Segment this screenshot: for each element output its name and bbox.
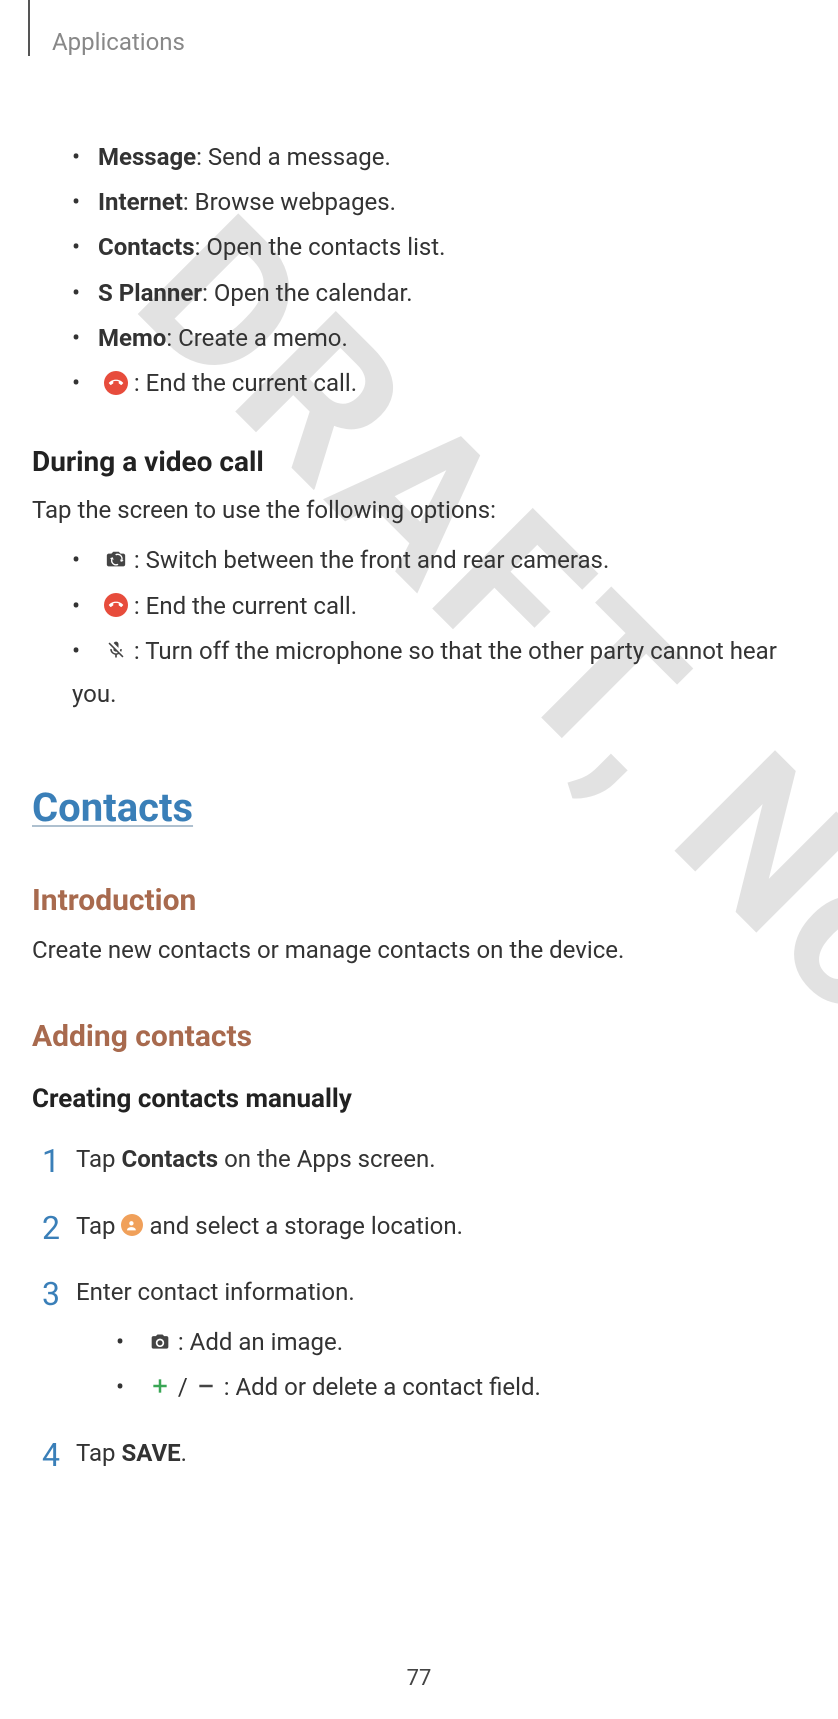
step-item: 4 Tap SAVE. xyxy=(42,1434,810,1472)
item-desc: : Send a message. xyxy=(196,143,391,171)
item-label: Message xyxy=(98,143,196,171)
sub-desc: / xyxy=(172,1373,194,1401)
item-desc: : Turn off the microphone so that the ot… xyxy=(72,637,777,708)
page-number: 77 xyxy=(0,1666,838,1691)
options-list: Message: Send a message. Internet: Brows… xyxy=(28,136,810,405)
item-desc: : End the current call. xyxy=(128,369,357,397)
item-desc: : Switch between the front and rear came… xyxy=(128,546,609,574)
step-sub-list: : Add an image. / : Add or delete a cont… xyxy=(76,1323,810,1406)
step-text: . xyxy=(181,1439,187,1467)
item-desc: : Create a memo. xyxy=(166,324,347,352)
step-text: Tap xyxy=(76,1145,121,1173)
list-item: Message: Send a message. xyxy=(72,136,810,179)
step-number: 3 xyxy=(42,1269,60,1320)
plus-icon xyxy=(148,1374,172,1398)
step-text: on the Apps screen. xyxy=(218,1145,435,1173)
step-number: 1 xyxy=(42,1136,60,1187)
introduction-body: Create new contacts or manage contacts o… xyxy=(32,932,810,969)
list-item: : End the current call. xyxy=(72,362,810,405)
sub-desc: : Add or delete a contact field. xyxy=(218,1373,541,1401)
end-call-icon xyxy=(104,371,128,395)
add-contact-icon xyxy=(121,1214,143,1236)
step-item: 3 Enter contact information. : Add an im… xyxy=(42,1273,810,1406)
item-desc: : End the current call. xyxy=(128,592,357,620)
list-item: : Switch between the front and rear came… xyxy=(72,539,810,582)
steps-list: 1 Tap Contacts on the Apps screen. 2 Tap… xyxy=(28,1140,810,1472)
video-call-heading: During a video call xyxy=(32,445,810,478)
sub-item: / : Add or delete a contact field. xyxy=(116,1368,810,1406)
introduction-heading: Introduction xyxy=(32,883,810,918)
step-number: 2 xyxy=(42,1203,60,1254)
step-text: Tap xyxy=(76,1439,121,1467)
header-bar: Applications xyxy=(28,0,810,56)
item-label: S Planner xyxy=(98,279,202,307)
step-text: and select a storage location. xyxy=(143,1212,462,1240)
page-content: Applications Message: Send a message. In… xyxy=(0,0,838,1473)
step-item: 2 Tap and select a storage location. xyxy=(42,1207,810,1245)
adding-contacts-heading: Adding contacts xyxy=(32,1019,810,1054)
item-label: Internet xyxy=(98,188,183,216)
item-desc: : Browse webpages. xyxy=(183,188,396,216)
list-item: Internet: Browse webpages. xyxy=(72,181,810,224)
list-item: Contacts: Open the contacts list. xyxy=(72,226,810,269)
page-header-title: Applications xyxy=(52,28,185,56)
mic-off-icon xyxy=(104,638,128,662)
list-item: : Turn off the microphone so that the ot… xyxy=(72,630,810,716)
end-call-icon xyxy=(104,593,128,617)
step-text: Enter contact information. xyxy=(76,1278,355,1306)
item-desc: : Open the contacts list. xyxy=(195,233,446,261)
step-item: 1 Tap Contacts on the Apps screen. xyxy=(42,1140,810,1178)
video-call-options: : Switch between the front and rear came… xyxy=(28,539,810,716)
step-number: 4 xyxy=(42,1430,60,1481)
minus-icon xyxy=(194,1374,218,1398)
list-item: Memo: Create a memo. xyxy=(72,317,810,360)
video-call-intro: Tap the screen to use the following opti… xyxy=(32,492,810,529)
sub-item: : Add an image. xyxy=(116,1323,810,1361)
item-label: Contacts xyxy=(98,233,195,261)
list-item: S Planner: Open the calendar. xyxy=(72,272,810,315)
contacts-title: Contacts xyxy=(32,784,810,831)
step-text: Tap xyxy=(76,1212,121,1240)
item-label: Memo xyxy=(98,324,166,352)
item-desc: : Open the calendar. xyxy=(202,279,412,307)
list-item: : End the current call. xyxy=(72,585,810,628)
creating-manually-heading: Creating contacts manually xyxy=(32,1084,810,1114)
step-bold: SAVE xyxy=(121,1439,180,1467)
sub-desc: : Add an image. xyxy=(172,1328,343,1356)
camera-icon xyxy=(148,1330,172,1354)
step-bold: Contacts xyxy=(121,1145,218,1173)
switch-camera-icon xyxy=(104,548,128,572)
